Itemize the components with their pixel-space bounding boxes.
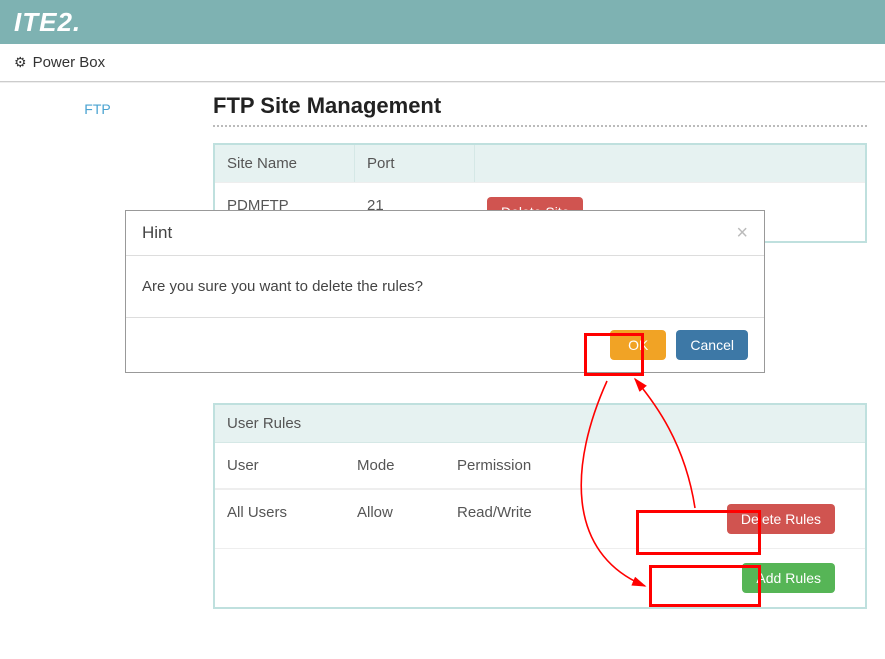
- separator: [213, 125, 867, 127]
- dialog-message: Are you sure you want to delete the rule…: [126, 256, 764, 318]
- rules-row: All Users Allow Read/Write Delete Rules: [215, 489, 865, 548]
- dialog-title: Hint: [142, 223, 172, 243]
- sites-header-row: Site Name Port: [215, 145, 865, 182]
- rules-col-action-header: [605, 443, 865, 488]
- gear-icon: ⚙: [14, 54, 27, 71]
- rule-mode-cell: Allow: [345, 490, 445, 548]
- rule-action-cell: Delete Rules: [605, 490, 865, 548]
- ok-button[interactable]: OK: [610, 330, 666, 360]
- page-title: FTP Site Management: [213, 93, 867, 119]
- rules-add-cell: Add Rules: [605, 549, 865, 607]
- main-content: FTP Site Management Site Name Port PDMFT…: [195, 83, 885, 659]
- delete-rules-button[interactable]: Delete Rules: [727, 504, 835, 534]
- rule-user-cell: All Users: [215, 490, 345, 548]
- cancel-button[interactable]: Cancel: [676, 330, 748, 360]
- sites-col-port: Port: [355, 145, 475, 182]
- rules-title: User Rules: [215, 405, 865, 443]
- rules-footer-row: Add Rules: [215, 548, 865, 607]
- sites-col-name: Site Name: [215, 145, 355, 182]
- breadcrumb: ⚙ Power Box: [0, 44, 885, 82]
- rules-col-mode: Mode: [345, 443, 445, 488]
- rules-col-perm: Permission: [445, 443, 605, 488]
- breadcrumb-label[interactable]: Power Box: [33, 54, 106, 71]
- sites-col-action: [475, 145, 865, 182]
- brand-logo: ITE2.: [14, 7, 81, 38]
- rules-header-row: User Mode Permission: [215, 443, 865, 489]
- add-rules-button[interactable]: Add Rules: [742, 563, 835, 593]
- rule-perm-cell: Read/Write: [445, 490, 605, 548]
- close-icon[interactable]: ×: [736, 223, 748, 243]
- sidebar-item-ftp[interactable]: FTP: [0, 83, 195, 135]
- rules-panel: User Rules User Mode Permission All User…: [213, 403, 867, 609]
- confirm-dialog: Hint × Are you sure you want to delete t…: [125, 210, 765, 373]
- app-header: ITE2.: [0, 0, 885, 44]
- rules-col-user: User: [215, 443, 345, 488]
